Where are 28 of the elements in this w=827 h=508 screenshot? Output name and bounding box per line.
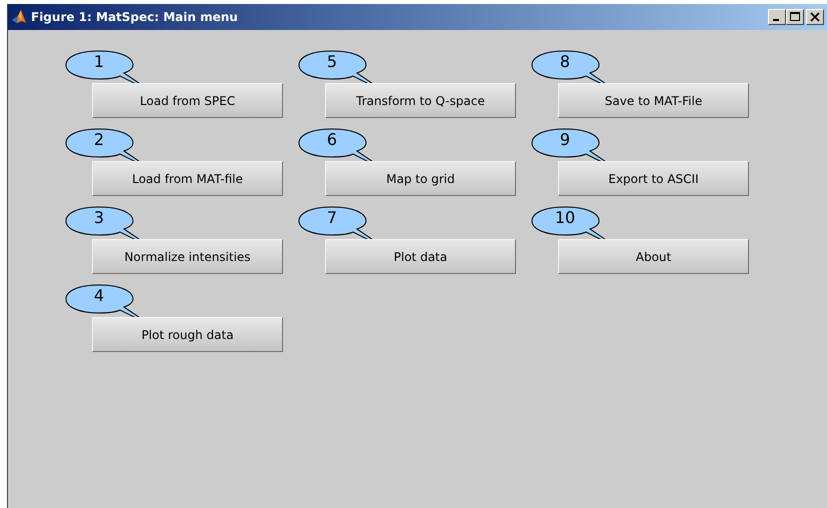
- app-logo-icon: [11, 9, 27, 25]
- window-title: Figure 1: MatSpec: Main menu: [31, 10, 238, 24]
- callout-number: 10: [554, 208, 576, 227]
- callout-number: 4: [92, 286, 106, 305]
- menu-button[interactable]: Plot rough data: [92, 317, 283, 352]
- menu-button[interactable]: Plot data: [325, 239, 516, 274]
- menu-button[interactable]: Normalize intensities: [92, 239, 283, 274]
- callout-number: 8: [558, 52, 572, 71]
- callout-number: 3: [92, 208, 106, 227]
- maximize-icon: [790, 12, 800, 22]
- menu-button[interactable]: Map to grid: [325, 161, 516, 196]
- menu-button[interactable]: Transform to Q-space: [325, 83, 516, 118]
- callout-number: 1: [92, 52, 106, 71]
- minimize-button[interactable]: [768, 9, 786, 25]
- menu-button[interactable]: Export to ASCII: [558, 161, 749, 196]
- menu-button[interactable]: About: [558, 239, 749, 274]
- callout-number: 9: [558, 130, 572, 149]
- menu-button[interactable]: Save to MAT-File: [558, 83, 749, 118]
- close-icon: [810, 12, 820, 22]
- minimize-icon: [773, 19, 779, 21]
- menu-button[interactable]: Load from SPEC: [92, 83, 283, 118]
- menu-button[interactable]: Load from MAT-file: [92, 161, 283, 196]
- close-button[interactable]: [806, 9, 824, 25]
- callout-number: 2: [92, 130, 106, 149]
- callout-number: 7: [326, 208, 338, 227]
- callout-number: 6: [326, 130, 338, 149]
- callout-number: 5: [326, 52, 338, 71]
- maximize-button[interactable]: [786, 9, 804, 25]
